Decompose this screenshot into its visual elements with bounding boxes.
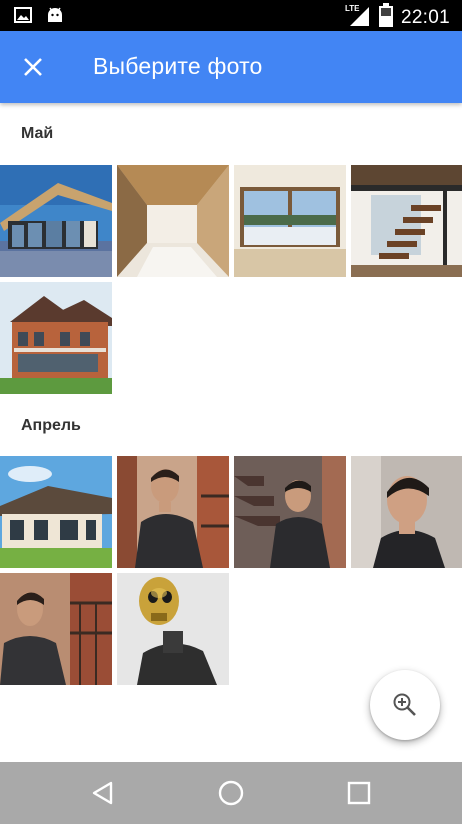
photo-thumb[interactable]: [0, 573, 112, 685]
close-button[interactable]: [14, 48, 52, 86]
photo-thumb[interactable]: [117, 165, 229, 277]
section-header-may: Май: [21, 125, 54, 142]
recents-icon: [347, 781, 371, 805]
back-icon: [92, 781, 113, 805]
battery-icon: [378, 3, 393, 32]
status-time: 22:01: [400, 6, 450, 28]
recents-button[interactable]: [345, 779, 373, 807]
photo-thumb[interactable]: [351, 165, 462, 277]
photo-thumb[interactable]: [351, 456, 462, 568]
svg-text:LTE: LTE: [345, 4, 360, 13]
home-icon: [218, 780, 244, 806]
photo-thumb[interactable]: [234, 165, 346, 277]
page-title: Выберите фото: [93, 53, 263, 79]
android-icon: [46, 6, 64, 29]
photo-thumb[interactable]: [0, 282, 112, 394]
photo-grid: Май Апрель: [0, 103, 462, 761]
back-button[interactable]: [89, 779, 117, 807]
close-icon: [24, 58, 42, 76]
section-header-april: Апрель: [21, 417, 81, 434]
image-icon: [14, 7, 32, 28]
photo-thumb[interactable]: [117, 573, 229, 685]
photo-thumb[interactable]: [0, 456, 112, 568]
photo-picker-screen: LTE 22:01 Выберите фото Май Апрель: [0, 0, 462, 824]
zoom-in-icon: [393, 693, 416, 716]
status-bar: LTE 22:01: [0, 0, 462, 31]
photo-thumb[interactable]: [234, 456, 346, 568]
zoom-button[interactable]: [370, 670, 440, 740]
photo-thumb[interactable]: [0, 165, 112, 277]
navigation-bar: [0, 762, 462, 824]
photo-thumb[interactable]: [117, 456, 229, 568]
app-bar: Выберите фото: [0, 31, 462, 103]
lte-signal-icon: LTE: [345, 3, 371, 32]
home-button[interactable]: [217, 779, 245, 807]
